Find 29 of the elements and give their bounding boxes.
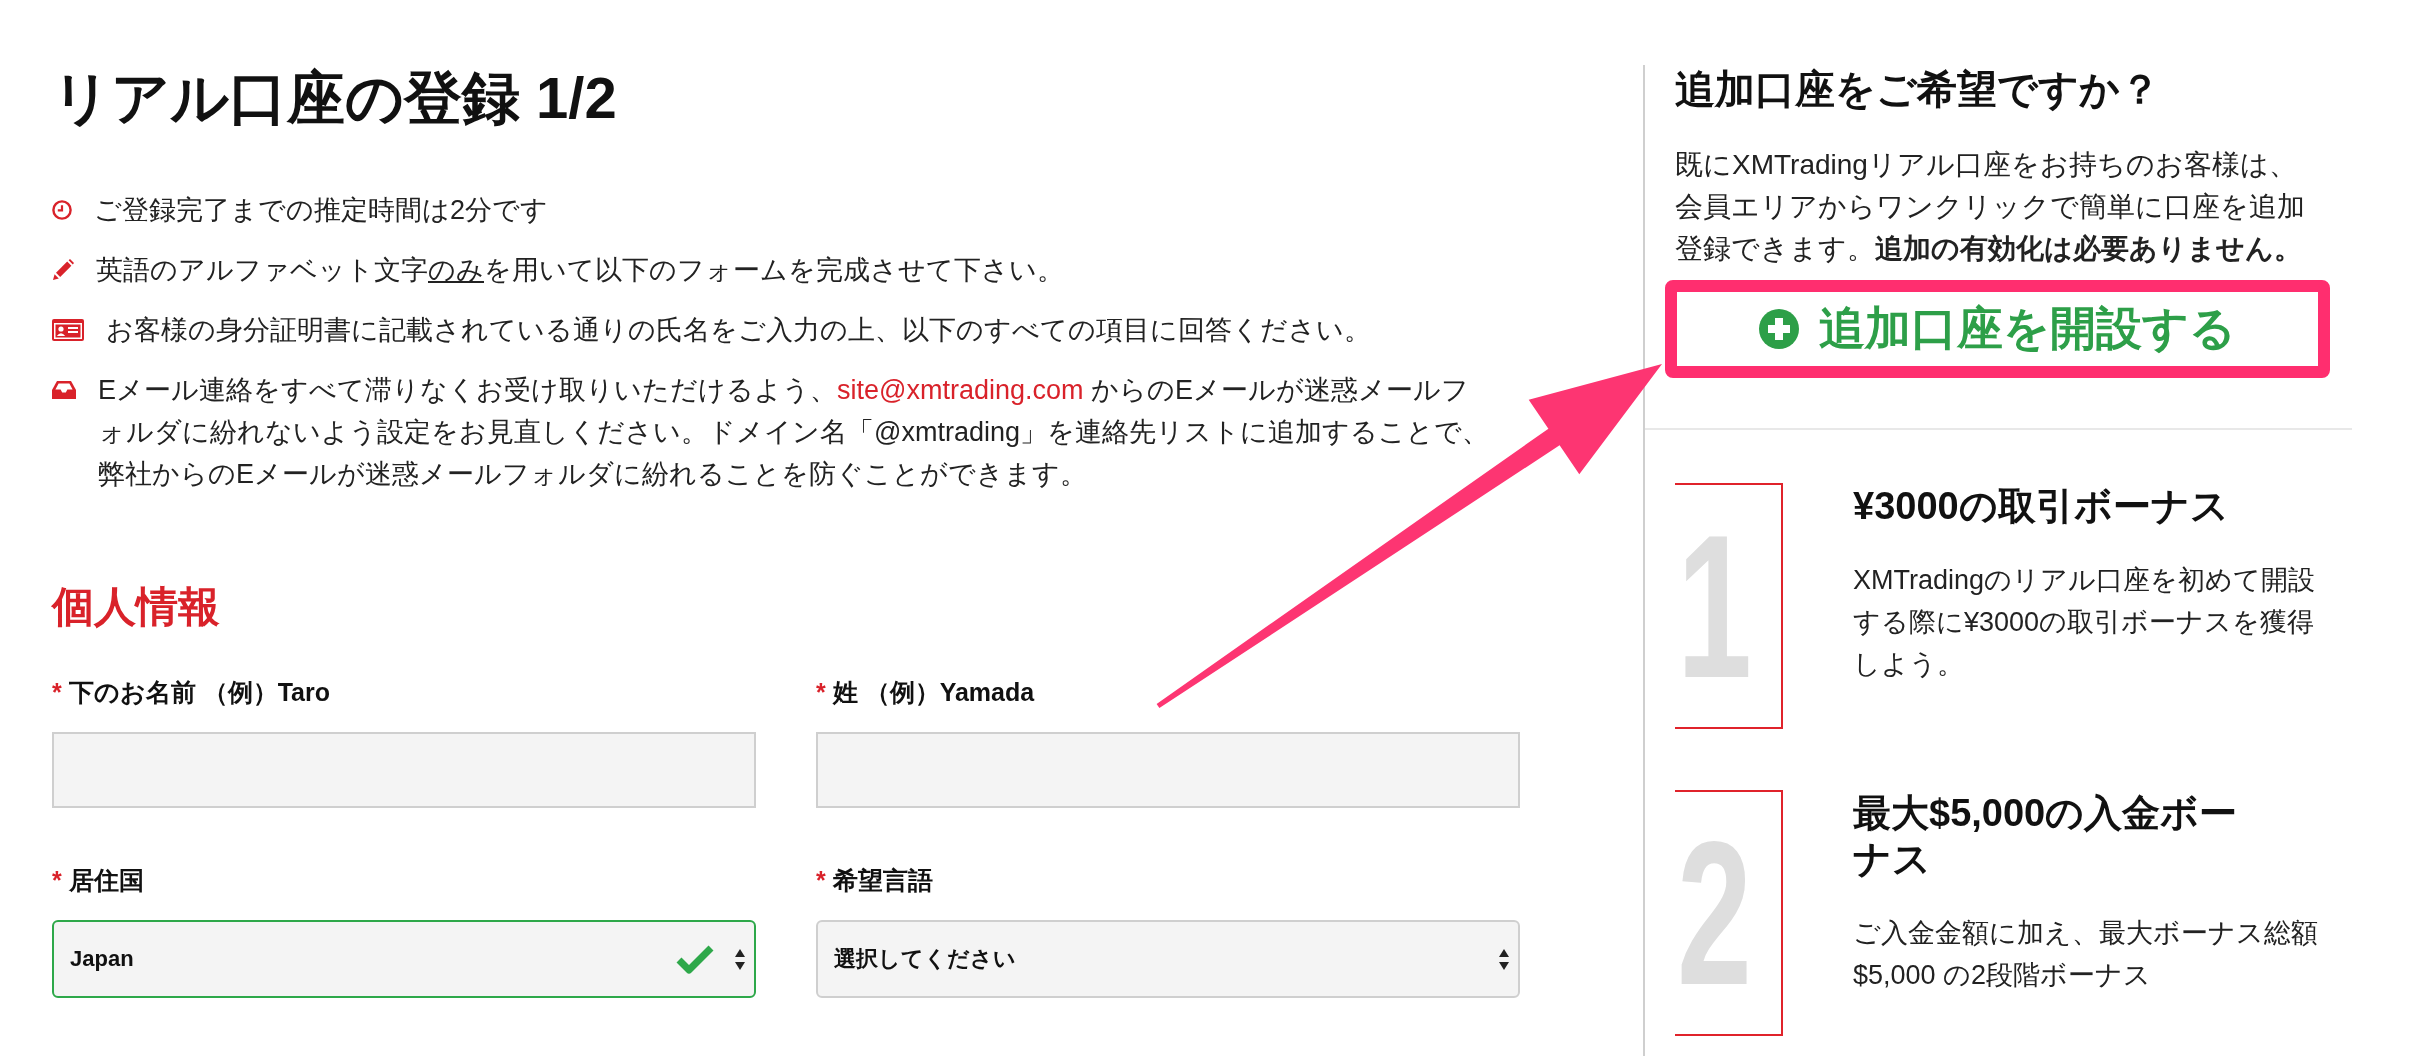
plus-circle-icon	[1759, 309, 1799, 349]
sidebar-text: 既にXMTradingリアル口座をお持ちのお客様は、会員エリアからワンクリックで簡単に口座を追加登録できます。追加の有効化は必要ありません。	[1675, 148, 2306, 266]
up-down-arrows-icon	[1499, 948, 1509, 970]
field-label: * 希望言語	[816, 865, 934, 895]
bonus-text: ご入金金額に加え、最大ボーナス総額$5,000 の2段階ボーナス	[1853, 917, 2319, 992]
notice-text: お客様の身分証明書に記載されている通りの氏名をご入力の上、以下のすべての項目に回答ください。	[106, 314, 1372, 347]
notice-text: ご登録完了までの推定時間は2分です	[94, 194, 550, 227]
bonus-text: XMTradingのリアル口座を初めて開設する際に¥3000の取引ボーナスを獲得しよう。	[1853, 564, 2317, 681]
dropdown[interactable]: Japan	[52, 920, 756, 998]
section-heading: 個人情報	[52, 582, 221, 632]
inbox-icon	[52, 381, 76, 399]
email-link[interactable]: site@xmtrading.com	[837, 375, 1084, 405]
dropdown[interactable]: 選択してください	[816, 920, 1520, 998]
text-input[interactable]	[816, 732, 1520, 808]
id-card-icon	[52, 319, 84, 341]
page-title: リアル口座の登録 1/2	[52, 64, 618, 132]
field-label: * 居住国	[52, 865, 145, 895]
pencil-icon	[52, 259, 74, 281]
field-label: * 下のお名前 （例）Taro	[52, 677, 331, 707]
bonus-title: ¥3000の取引ボーナス	[1853, 484, 2230, 529]
clock-icon	[52, 200, 72, 220]
notice-text: Eメール連絡をすべて滞りなくお受け取りいただけるよう、site@xmtrading.com からのEメールが迷惑メールフォルダに紛れないよう設定をお見直しください。ドメイン名「@xmtrading」を連絡先リストに追加することで、弊社からのEメールが迷惑メールフォルダに紛れることを防ぐことができます。	[98, 374, 1490, 491]
bonus-title: 最大$5,000の入金ボーナス	[1853, 791, 2239, 882]
text-input[interactable]	[52, 732, 756, 808]
up-down-arrows-icon	[735, 948, 745, 970]
field-label: * 姓 （例）Yamada	[816, 677, 1036, 707]
sidebar-heading: 追加口座をご希望ですか？	[1675, 66, 2161, 113]
notice-text: 英語のアルファベット文字のみを用いて以下のフォームを完成させて下さい。	[96, 254, 1065, 287]
check-icon	[675, 943, 715, 975]
